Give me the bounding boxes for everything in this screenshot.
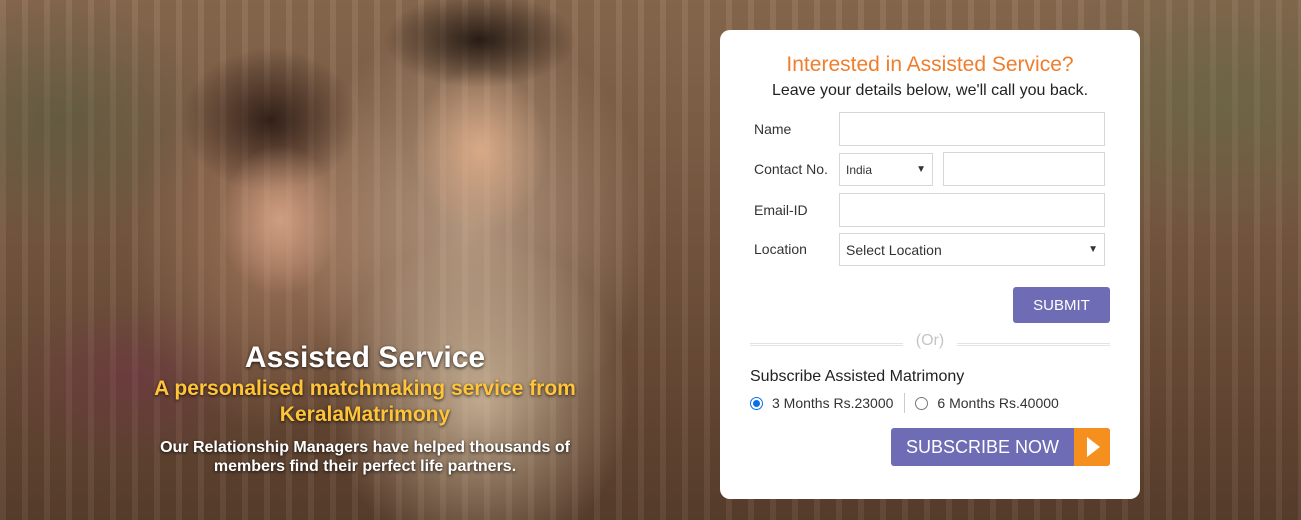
location-selected-value: Select Location xyxy=(846,241,942,258)
hero-text-block: Assisted Service A personalised matchmak… xyxy=(130,340,600,476)
chevron-down-icon: ▼ xyxy=(1088,244,1098,255)
plan-options: 3 Months Rs.23000 6 Months Rs.40000 xyxy=(750,393,1059,413)
country-select[interactable]: India ▼ xyxy=(839,153,933,186)
chevron-down-icon: ▼ xyxy=(916,164,926,175)
plan-6-months-label[interactable]: 6 Months Rs.40000 xyxy=(937,395,1058,411)
name-label: Name xyxy=(754,121,792,137)
hero-description: Our Relationship Managers have helped th… xyxy=(130,438,600,476)
subscribe-now-button[interactable]: SUBSCRIBE NOW xyxy=(891,428,1110,466)
hero-subtitle-line2: KeralaMatrimony xyxy=(279,403,451,426)
hero-description-line1: Our Relationship Managers have helped th… xyxy=(160,439,570,456)
or-divider: (Or) xyxy=(750,332,1110,352)
location-label: Location xyxy=(754,241,807,257)
subscribe-arrow-box xyxy=(1074,428,1110,466)
play-arrow-icon xyxy=(1087,437,1100,457)
country-selected-value: India xyxy=(846,162,873,177)
submit-button[interactable]: SUBMIT xyxy=(1013,287,1110,323)
location-select[interactable]: Select Location ▼ xyxy=(839,233,1105,266)
name-field[interactable] xyxy=(839,112,1105,146)
hero-title: Assisted Service xyxy=(244,341,486,374)
subscribe-title: Subscribe Assisted Matrimony xyxy=(750,368,965,385)
form-title: Interested in Assisted Service? xyxy=(786,53,1074,76)
email-label: Email-ID xyxy=(754,202,808,218)
plan-3-months-label[interactable]: 3 Months Rs.23000 xyxy=(772,395,893,411)
email-field[interactable] xyxy=(839,193,1105,227)
plan-6-months-radio[interactable] xyxy=(915,396,929,410)
contact-label: Contact No. xyxy=(754,161,828,177)
hero-subtitle-line1: A personalised matchmaking service from xyxy=(154,377,576,400)
option-separator xyxy=(904,393,906,413)
divider-line-right xyxy=(957,343,1110,346)
hero-description-line2: members find their perfect life partners… xyxy=(213,458,517,475)
or-text: (Or) xyxy=(915,332,945,349)
plan-3-months-radio[interactable] xyxy=(750,396,763,410)
hero-subtitle: A personalised matchmaking service from … xyxy=(130,376,600,428)
callback-form-card: Interested in Assisted Service? Leave yo… xyxy=(720,30,1140,499)
subscribe-now-label: SUBSCRIBE NOW xyxy=(905,436,1060,457)
form-subtitle: Leave your details below, we'll call you… xyxy=(771,82,1089,99)
contact-number-field[interactable] xyxy=(943,152,1105,186)
